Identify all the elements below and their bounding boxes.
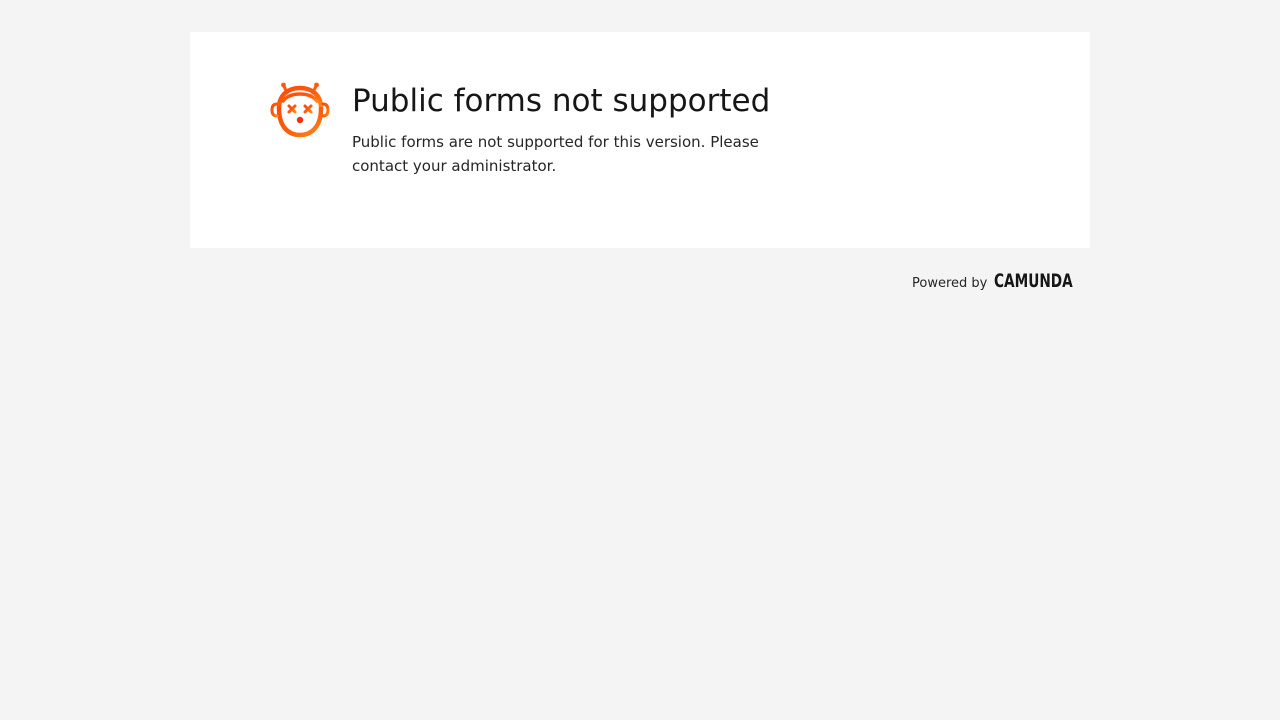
camunda-logo: CAMUNDA	[994, 270, 1103, 298]
error-text-block: Public forms not supported Public forms …	[352, 80, 771, 178]
error-card: Public forms not supported Public forms …	[190, 32, 1090, 248]
camunda-wordmark: CAMUNDA	[994, 270, 1074, 292]
powered-by-label: Powered by	[912, 276, 988, 291]
powered-by-footer: Powered by CAMUNDA	[912, 270, 1104, 298]
public-form-error-page: Public forms not supported Public forms …	[0, 0, 1280, 720]
error-message: Public forms are not supported for this …	[352, 133, 759, 175]
robot-error-icon	[270, 82, 330, 138]
error-content: Public forms not supported Public forms …	[270, 80, 771, 178]
page-title: Public forms not supported	[352, 83, 771, 119]
